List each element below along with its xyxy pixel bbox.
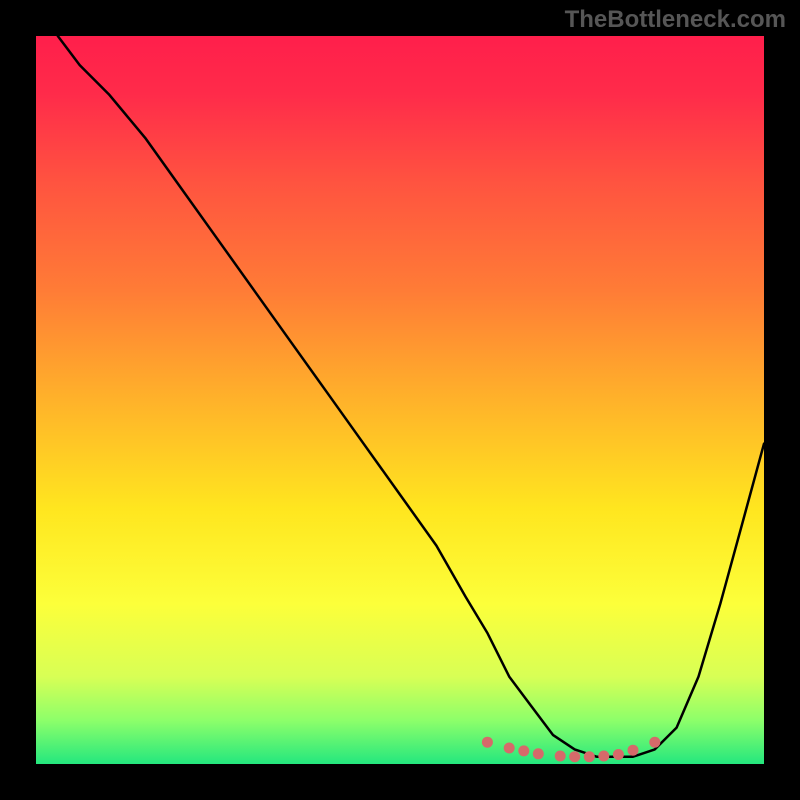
- gradient-background: [36, 36, 764, 764]
- highlight-dot: [533, 748, 544, 759]
- highlight-dot: [482, 737, 493, 748]
- chart-frame: TheBottleneck.com: [0, 0, 800, 800]
- highlight-dot: [628, 745, 639, 756]
- highlight-dot: [504, 743, 515, 754]
- highlight-dot: [518, 745, 529, 756]
- highlight-dot: [584, 751, 595, 762]
- highlight-dot: [555, 751, 566, 762]
- watermark-label: TheBottleneck.com: [565, 6, 786, 34]
- chart-svg: [36, 36, 764, 764]
- plot-area: [36, 36, 764, 764]
- highlight-dot: [569, 751, 580, 762]
- highlight-dot: [598, 751, 609, 762]
- highlight-dot: [649, 737, 660, 748]
- highlight-dot: [613, 749, 624, 760]
